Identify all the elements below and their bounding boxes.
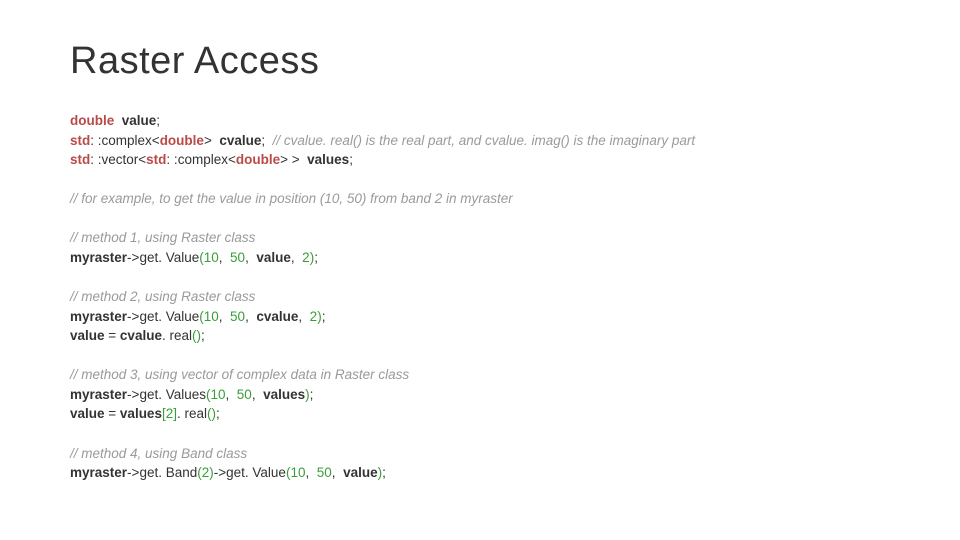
fn-getband: get. Band xyxy=(139,465,197,480)
semicolon: ; xyxy=(322,309,326,324)
keyword-double: double xyxy=(236,152,280,167)
arrow-op: -> xyxy=(127,309,139,324)
ident-value: value xyxy=(70,328,105,343)
ident-myraster: myraster xyxy=(70,309,127,324)
comment-line: // cvalue. real() is the real part, and … xyxy=(273,133,695,148)
gt-op: > xyxy=(280,152,288,167)
num-10: 10 xyxy=(204,250,219,265)
ident-value: value xyxy=(343,465,378,480)
keyword-double: double xyxy=(70,113,114,128)
arrow-op: -> xyxy=(214,465,226,480)
semicolon: ; xyxy=(314,250,318,265)
num-10: 10 xyxy=(210,387,225,402)
comment-line: // method 4, using Band class xyxy=(70,446,247,461)
ident-complex: complex xyxy=(178,152,228,167)
num-2: 2 xyxy=(302,250,310,265)
semicolon: ; xyxy=(382,465,386,480)
fn-getvalues: get. Values xyxy=(139,387,206,402)
comma: , xyxy=(332,465,340,480)
comma: , xyxy=(291,250,299,265)
ident-values: values xyxy=(307,152,349,167)
code-block: double value; std: :complex<double> cval… xyxy=(70,111,890,483)
arrow-op: -> xyxy=(127,387,139,402)
lt-op: < xyxy=(152,133,160,148)
scope-op: : : xyxy=(90,152,101,167)
fn-real: real xyxy=(185,406,208,421)
ident-myraster: myraster xyxy=(70,250,127,265)
semicolon: ; xyxy=(349,152,353,167)
gt-op: > xyxy=(204,133,212,148)
num-50: 50 xyxy=(230,250,245,265)
keyword-std: std xyxy=(70,133,90,148)
keyword-std: std xyxy=(70,152,90,167)
semicolon: ; xyxy=(261,133,265,148)
num-50: 50 xyxy=(237,387,252,402)
keyword-std: std xyxy=(146,152,166,167)
ident-complex: complex xyxy=(102,133,152,148)
ident-vector: vector xyxy=(102,152,139,167)
semicolon: ; xyxy=(156,113,160,128)
lt-op: < xyxy=(138,152,146,167)
keyword-double: double xyxy=(160,133,204,148)
comma: , xyxy=(219,309,227,324)
ident-value: value xyxy=(70,406,105,421)
ident-myraster: myraster xyxy=(70,387,127,402)
eq-op: = xyxy=(105,328,120,343)
ident-myraster: myraster xyxy=(70,465,127,480)
dot-op: . xyxy=(177,406,185,421)
scope-op: : : xyxy=(166,152,177,167)
lt-op: < xyxy=(228,152,236,167)
comment-line: // method 2, using Raster class xyxy=(70,289,255,304)
ident-values: values xyxy=(120,406,162,421)
num-10: 10 xyxy=(290,465,305,480)
comma: , xyxy=(219,250,227,265)
ident-value: value xyxy=(122,113,157,128)
fn-getvalue: get. Value xyxy=(226,465,286,480)
ident-value: value xyxy=(256,250,291,265)
comma: , xyxy=(245,250,253,265)
fn-getvalue: get. Value xyxy=(139,250,199,265)
ident-values: values xyxy=(263,387,305,402)
comment-line: // method 1, using Raster class xyxy=(70,230,255,245)
num-50: 50 xyxy=(317,465,332,480)
scope-op: : : xyxy=(90,133,101,148)
comma: , xyxy=(226,387,234,402)
arrow-op: -> xyxy=(127,465,139,480)
semicolon: ; xyxy=(201,328,205,343)
slide: Raster Access double value; std: :comple… xyxy=(0,0,960,540)
comma: , xyxy=(245,309,253,324)
fn-real: real xyxy=(169,328,192,343)
slide-title: Raster Access xyxy=(70,40,890,83)
arrow-op: -> xyxy=(127,250,139,265)
fn-getvalue: get. Value xyxy=(139,309,199,324)
comma: , xyxy=(298,309,306,324)
comment-line: // method 3, using vector of complex dat… xyxy=(70,367,409,382)
comma: , xyxy=(305,465,313,480)
ident-cvalue: cvalue xyxy=(120,328,162,343)
eq-op: = xyxy=(105,406,120,421)
num-10: 10 xyxy=(204,309,219,324)
ident-cvalue: cvalue xyxy=(219,133,261,148)
num-50: 50 xyxy=(230,309,245,324)
semicolon: ; xyxy=(310,387,314,402)
comment-line: // for example, to get the value in posi… xyxy=(70,191,513,206)
gt-op: > xyxy=(288,152,300,167)
ident-cvalue: cvalue xyxy=(256,309,298,324)
comma: , xyxy=(252,387,260,402)
semicolon: ; xyxy=(216,406,220,421)
